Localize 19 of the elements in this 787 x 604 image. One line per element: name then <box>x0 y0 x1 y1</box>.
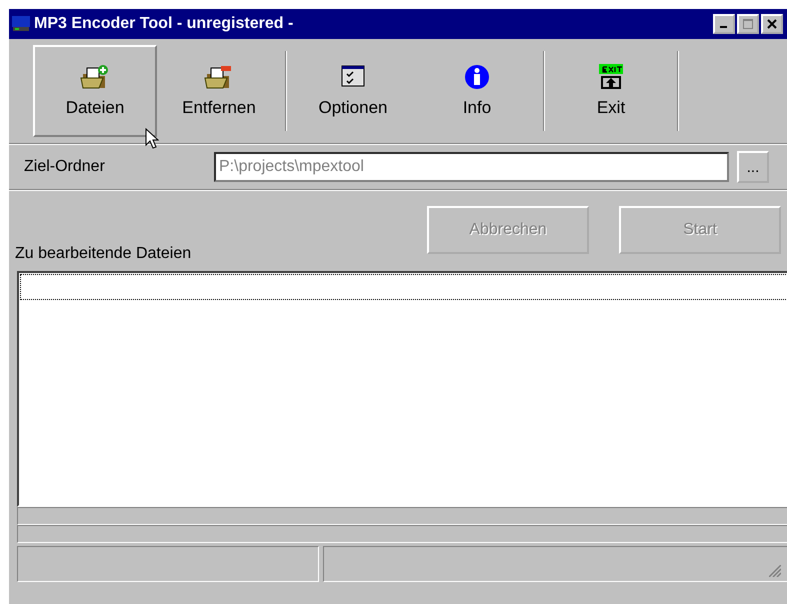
toolbar-button[interactable]: Optionen <box>291 45 415 137</box>
files-label: Zu bearbeitende Dateien <box>15 245 192 263</box>
mouse-pointer-icon <box>145 128 159 150</box>
folder-plus-icon <box>79 64 111 90</box>
window-title: MP3 Encoder Tool - unregistered - <box>34 15 294 33</box>
maximize-icon <box>743 19 753 29</box>
toolbar-button[interactable]: Info <box>415 45 539 137</box>
minimize-button[interactable] <box>713 14 735 34</box>
toolbar-button[interactable]: Dateien <box>33 45 157 137</box>
target-folder-label: Ziel-Ordner <box>24 158 106 176</box>
toolbar-button[interactable]: Entfernen <box>157 45 281 137</box>
browse-button[interactable]: ... <box>737 151 769 183</box>
resize-grip-icon <box>769 565 781 577</box>
close-button[interactable] <box>761 14 783 34</box>
maximize-button[interactable] <box>737 14 759 34</box>
close-icon <box>767 19 777 29</box>
target-folder-field[interactable]: P:\projects\mpextool <box>214 152 729 182</box>
toolbar-button[interactable]: Exit <box>549 45 673 137</box>
app-icon <box>12 16 30 32</box>
